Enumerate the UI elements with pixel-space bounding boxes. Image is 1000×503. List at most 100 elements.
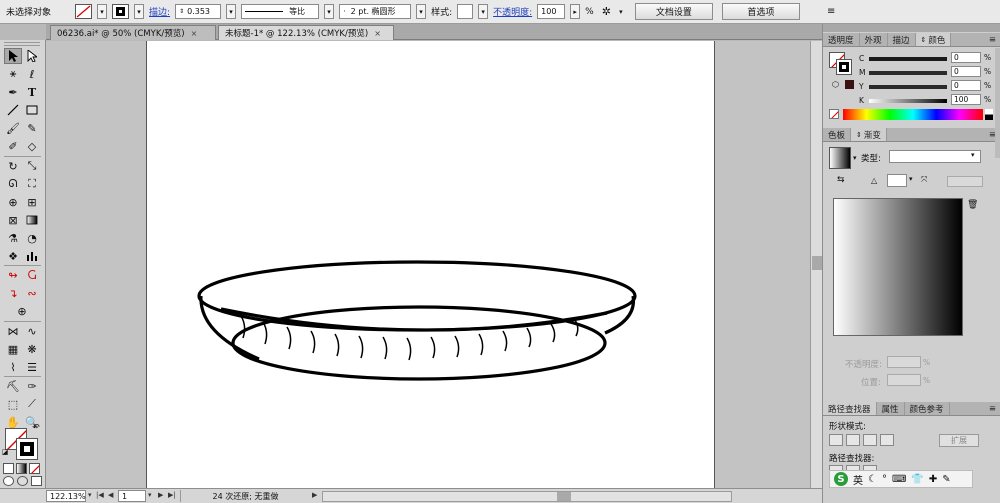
scrollbar-thumb[interactable] xyxy=(812,256,822,270)
preferences-button[interactable]: 首选项 xyxy=(721,3,800,20)
tab-transparency[interactable]: 透明度 xyxy=(823,33,860,46)
gradient-type-dropdown-icon[interactable]: ▾ xyxy=(971,151,975,159)
line-tool-icon[interactable] xyxy=(4,102,22,118)
swap-fill-stroke-icon[interactable]: ↶ xyxy=(30,423,42,433)
cube-icon[interactable]: ⬡ xyxy=(832,80,839,89)
recolor-artwork-icon[interactable]: ✲ xyxy=(602,5,611,18)
custom-tool-d-icon[interactable]: ∾ xyxy=(23,285,41,301)
mesh-tool-icon[interactable]: ⊠ xyxy=(4,212,22,228)
magic-wand-tool-icon[interactable]: ⚹ xyxy=(4,66,22,82)
tools-icon[interactable]: ✚ xyxy=(929,474,937,485)
symbol-sprayer-tool-icon[interactable]: ❖ xyxy=(4,248,22,264)
color-spectrum-bar[interactable] xyxy=(843,109,983,120)
custom-tool-c-icon[interactable]: ↴ xyxy=(4,285,22,301)
envelope-tool-icon[interactable]: ⋈ xyxy=(4,323,22,339)
free-transform-tool-icon[interactable]: ⛶ xyxy=(23,176,41,192)
tab-swatches[interactable]: 色板 xyxy=(823,128,852,141)
stroke-color-box[interactable] xyxy=(16,438,38,460)
intersect-button[interactable] xyxy=(863,434,877,446)
control-bar-menu-icon[interactable]: ≡ xyxy=(827,6,835,17)
pen-tool-icon[interactable]: ✒ xyxy=(4,84,22,100)
gradient-tool-icon[interactable] xyxy=(23,212,41,228)
keyboard-icon[interactable]: ⌨ xyxy=(892,474,906,485)
next-artboard-icon[interactable]: ▶ xyxy=(158,491,163,499)
vertical-scrollbar[interactable] xyxy=(810,41,822,488)
eyedropper-tool-icon[interactable]: ⚗ xyxy=(4,230,22,246)
channel-y-slider[interactable] xyxy=(869,85,947,89)
punctuation-icon[interactable]: ° xyxy=(882,474,887,485)
stroke-dropdown[interactable]: ▾ xyxy=(134,4,145,19)
warp-tool-icon[interactable]: ᘏ xyxy=(4,176,22,192)
grid-tool-icon[interactable]: ▦ xyxy=(4,341,22,357)
zoom-level-input[interactable]: 122.13% xyxy=(46,490,86,502)
last-color-swatch[interactable] xyxy=(845,80,854,89)
gradient-mode-icon[interactable] xyxy=(16,463,27,474)
direct-selection-tool-icon[interactable] xyxy=(23,48,41,64)
column-graph-tool-icon[interactable] xyxy=(23,248,41,264)
crosshair-tool-icon[interactable]: ⊕ xyxy=(13,303,31,319)
stroke-spinner-icon[interactable]: ⇕ xyxy=(179,8,184,15)
expand-button[interactable]: 扩展 xyxy=(939,434,979,447)
slice-tool-icon[interactable]: ⟋ xyxy=(23,396,41,412)
channel-m-input[interactable]: 0 xyxy=(951,66,981,77)
brush-dropdown[interactable]: ▾ xyxy=(416,4,427,19)
gradient-preview-swatch[interactable] xyxy=(829,147,851,169)
document-setup-button[interactable]: 文档设置 xyxy=(634,3,713,20)
scale-tool-icon[interactable]: ⤡ xyxy=(23,158,41,174)
blend-tool-icon[interactable]: ◔ xyxy=(23,230,41,246)
shape-builder-tool-icon[interactable]: ⊕ xyxy=(4,194,22,210)
draw-behind-icon[interactable] xyxy=(17,476,28,486)
tab-attributes[interactable]: 属性 xyxy=(877,402,905,415)
zigzag-tool-icon[interactable]: ⌇ xyxy=(4,359,22,375)
channel-m-slider[interactable] xyxy=(869,71,947,75)
panel-scrollbar[interactable] xyxy=(995,48,1000,158)
stroke-profile-select[interactable]: 等比 xyxy=(241,4,320,19)
stroke-label-link[interactable]: 描边: xyxy=(149,5,170,18)
channel-k-input[interactable]: 100 xyxy=(951,94,981,105)
panel-grip[interactable] xyxy=(823,24,1000,32)
reverse-gradient-icon[interactable]: ⇆ xyxy=(837,175,845,185)
live-paint-selection-icon[interactable]: ✑ xyxy=(23,378,41,394)
none-color-swatch[interactable] xyxy=(829,109,839,119)
artboard-tool-icon[interactable]: ⬚ xyxy=(4,396,22,412)
none-mode-icon[interactable] xyxy=(29,463,40,474)
prev-artboard-icon[interactable]: ◀ xyxy=(108,491,113,499)
unite-button[interactable] xyxy=(829,434,843,446)
gradient-preview-dropdown[interactable]: ▾ xyxy=(853,154,857,162)
channel-c-input[interactable]: 0 xyxy=(951,52,981,63)
tab-pathfinder[interactable]: 路径查找器 xyxy=(823,402,877,415)
style-dropdown[interactable]: ▾ xyxy=(478,4,489,19)
list-tool-icon[interactable]: ☰ xyxy=(23,359,41,375)
blob-brush-tool-icon[interactable]: ✐ xyxy=(4,138,22,154)
paintbrush-tool-icon[interactable]: 🖌 xyxy=(4,120,22,136)
canvas-area[interactable] xyxy=(46,41,810,488)
pattern-tool-icon[interactable]: ❋ xyxy=(23,341,41,357)
artwork-drawing[interactable] xyxy=(147,41,714,488)
tab-document-06236[interactable]: 06236.ai* @ 50% (CMYK/预览) × xyxy=(50,25,216,40)
first-artboard-icon[interactable]: |◀ xyxy=(96,491,104,499)
stroke-weight-input[interactable]: ⇕ 0.353 xyxy=(175,4,222,19)
sogou-logo-icon[interactable]: S xyxy=(834,472,848,486)
color-mode-icon[interactable] xyxy=(3,463,14,474)
angle-dropdown-icon[interactable]: ▾ xyxy=(909,175,913,183)
settings-wrench-icon[interactable]: ✎ xyxy=(942,474,950,485)
opacity-label-link[interactable]: 不透明度: xyxy=(493,5,532,18)
pencil-tool-icon[interactable]: ✎ xyxy=(23,120,41,136)
user-icon[interactable]: 👕 xyxy=(911,474,923,485)
status-menu-icon[interactable]: ▶ xyxy=(312,491,317,499)
opacity-input[interactable]: 100 xyxy=(537,4,566,19)
delete-stop-icon[interactable]: 🗑 xyxy=(967,200,978,210)
rotate-tool-icon[interactable]: ↻ xyxy=(4,158,22,174)
black-white-swatches[interactable] xyxy=(985,109,993,120)
close-icon[interactable]: × xyxy=(191,29,198,38)
recolor-dropdown[interactable]: ▾ xyxy=(616,4,626,19)
tab-stroke[interactable]: 描边 xyxy=(888,33,916,46)
custom-tool-b-icon[interactable]: Ⴚ xyxy=(23,267,41,283)
stroke-swatch[interactable] xyxy=(112,4,130,19)
tab-gradient[interactable]: ⇕ 渐变 xyxy=(851,128,887,141)
artboard-number-input[interactable]: 1 xyxy=(118,490,146,502)
stop-location-input[interactable] xyxy=(887,374,921,386)
tab-document-untitled[interactable]: 未标题-1* @ 122.13% (CMYK/预览) × xyxy=(218,25,394,40)
panel-menu-icon[interactable]: ≡ xyxy=(984,402,1000,415)
type-tool-icon[interactable]: T xyxy=(23,84,41,100)
